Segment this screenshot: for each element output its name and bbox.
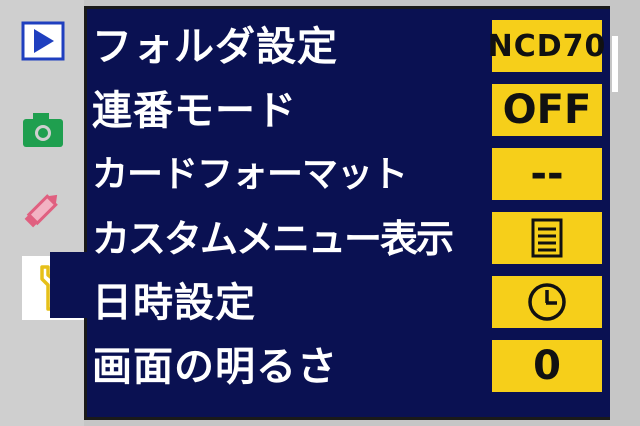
play-icon [21,21,65,61]
menu-item-card-format[interactable]: カードフォーマット -- [84,146,614,204]
menu-item-custom-menu-display[interactable]: カスタムメニュー表示 [84,210,614,268]
screen-right-border [618,0,640,426]
pencil-icon [24,194,58,228]
menu-item-screen-brightness[interactable]: 画面の明るさ 0 [84,338,614,396]
menu-item-label: 日時設定 [92,280,256,326]
menu-tabs-column [0,0,84,426]
menu-item-value: NCD70 [488,20,605,72]
custom-settings-tab[interactable] [18,186,68,232]
camera-icon [23,113,63,147]
menu-item-value [492,212,602,264]
camera-setup-menu-screen: フォルダ設定 NCD70 連番モード OFF カードフォーマット -- カスタム… [0,0,640,426]
menu-item-value: OFF [492,84,602,136]
menu-item-label: 画面の明るさ [92,344,338,390]
menu-item-value: 0 [492,340,602,392]
menu-item-label: フォルダ設定 [92,24,338,70]
shooting-tab[interactable] [18,106,68,152]
menu-item-date-time[interactable]: 日時設定 [84,274,614,332]
menu-item-value: -- [492,148,602,200]
clock-icon [528,283,566,321]
menu-item-label: カスタムメニュー表示 [92,217,454,261]
menu-item-folder-settings[interactable]: フォルダ設定 NCD70 [84,18,614,76]
menu-item-sequence-mode[interactable]: 連番モード OFF [84,82,614,140]
playback-tab[interactable] [18,18,68,64]
list-icon [531,218,563,258]
menu-item-value [492,276,602,328]
menu-item-label: 連番モード [92,88,297,134]
menu-item-label: カードフォーマット [92,154,408,195]
